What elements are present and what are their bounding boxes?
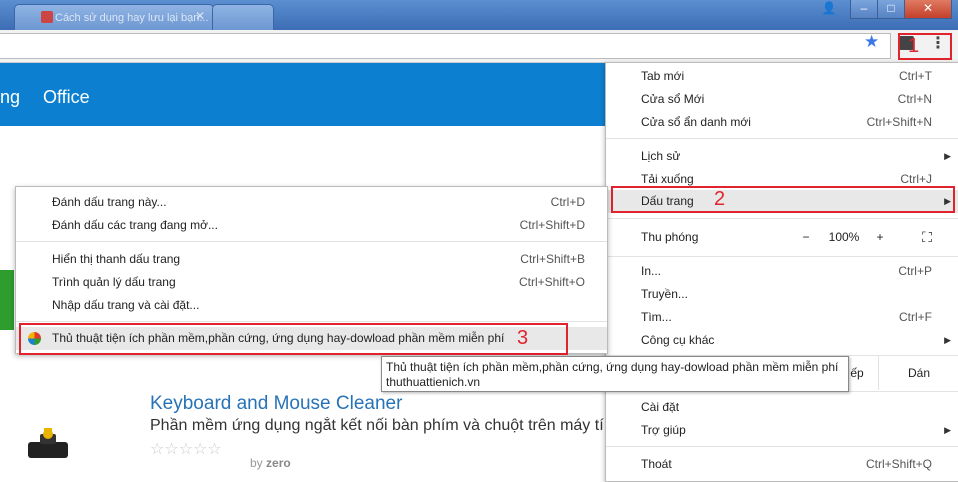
menu-item-label: Tab mới bbox=[641, 69, 685, 83]
menu-divider bbox=[606, 138, 958, 139]
browser-toolbar: ★ ⋮ bbox=[0, 30, 958, 63]
submenu-item-label: Đánh dấu trang này... bbox=[52, 195, 167, 209]
menu-item-label: Thoát bbox=[641, 457, 672, 471]
submenu-arrow-icon: ▶ bbox=[944, 151, 951, 161]
author-name[interactable]: zero bbox=[266, 456, 291, 470]
title-bar: Cách sử dụng hay lưu lại bạn... ✕ 👤 – □ … bbox=[0, 0, 958, 31]
user-icon[interactable]: 👤 bbox=[816, 0, 842, 18]
menu-divider bbox=[606, 218, 958, 219]
submenu-item-shortcut: Ctrl+Shift+O bbox=[518, 275, 585, 289]
menu-item-incognito[interactable]: Cửa sổ ẩn danh mới Ctrl+Shift+N bbox=[606, 111, 958, 134]
fullscreen-icon[interactable]: ⛶ bbox=[914, 225, 940, 249]
software-description: Phần mềm ứng dụng ngắt kết nối bàn phím … bbox=[150, 417, 604, 434]
tab-favicon-icon bbox=[41, 11, 53, 23]
green-banner bbox=[0, 270, 14, 330]
keyboard-cleaner-icon bbox=[28, 428, 68, 458]
annotation-number-2: 2 bbox=[714, 188, 726, 210]
menu-item-shortcut: Ctrl+F bbox=[899, 310, 932, 324]
site-navbar: ng Office bbox=[0, 63, 606, 126]
submenu-item-shortcut: Ctrl+D bbox=[550, 195, 585, 209]
submenu-divider bbox=[16, 241, 607, 242]
menu-item-label: Cửa sổ ẩn danh mới bbox=[641, 115, 751, 129]
menu-item-label: Cửa sổ Mới bbox=[641, 92, 705, 106]
zoom-in-button[interactable]: + bbox=[868, 225, 892, 249]
submenu-item-show-bookmarks-bar[interactable]: Hiển thị thanh dấu trang Ctrl+Shift+B bbox=[16, 248, 607, 271]
zoom-row: Thu phóng − 100% + ⛶ bbox=[606, 225, 958, 249]
menu-item-find[interactable]: Tìm... Ctrl+F bbox=[606, 306, 958, 329]
menu-item-exit[interactable]: Thoát Ctrl+Shift+Q bbox=[606, 453, 958, 476]
submenu-item-import-bookmarks[interactable]: Nhập dấu trang và cài đặt... bbox=[16, 294, 607, 317]
menu-item-label: Trợ giúp bbox=[641, 423, 686, 437]
minimize-button[interactable]: – bbox=[850, 0, 878, 19]
menu-item-shortcut: Ctrl+T bbox=[899, 69, 932, 83]
star-icon[interactable]: ★ bbox=[864, 32, 879, 52]
by-label: by bbox=[250, 456, 263, 470]
address-bar[interactable] bbox=[0, 33, 891, 59]
author-byline: by zero bbox=[250, 456, 291, 470]
zoom-level: 100% bbox=[828, 230, 860, 244]
menu-item-label: In... bbox=[641, 264, 662, 278]
submenu-arrow-icon: ▶ bbox=[944, 425, 951, 435]
nav-item-office[interactable]: Office bbox=[43, 87, 90, 108]
menu-item-shortcut: Ctrl+N bbox=[897, 92, 932, 106]
menu-item-shortcut: Ctrl+Shift+N bbox=[866, 115, 932, 129]
annotation-number-3: 3 bbox=[517, 327, 529, 349]
submenu-item-label: Nhập dấu trang và cài đặt... bbox=[52, 298, 200, 312]
menu-item-help[interactable]: Trợ giúp ▶ bbox=[606, 419, 958, 442]
menu-divider bbox=[606, 446, 958, 447]
tab-close-icon[interactable]: ✕ bbox=[195, 9, 205, 23]
menu-item-more-tools[interactable]: Công cụ khác ▶ bbox=[606, 329, 958, 352]
menu-item-label: Tìm... bbox=[641, 310, 672, 324]
submenu-divider bbox=[16, 321, 607, 322]
submenu-item-label: Trình quản lý dấu trang bbox=[52, 275, 176, 289]
submenu-item-label: Đánh dấu các trang đang mở... bbox=[52, 218, 218, 232]
tooltip-title: Thủ thuật tiện ích phần mềm,phần cứng, ứ… bbox=[386, 360, 839, 374]
chrome-main-menu: Tab mới Ctrl+T Cửa sổ Mới Ctrl+N Cửa sổ … bbox=[605, 62, 958, 482]
new-tab-button[interactable] bbox=[212, 4, 274, 31]
annotation-box-1 bbox=[898, 33, 952, 60]
menu-item-new-window[interactable]: Cửa sổ Mới Ctrl+N bbox=[606, 88, 958, 111]
browser-tab[interactable]: Cách sử dụng hay lưu lại bạn... ✕ bbox=[14, 4, 214, 31]
zoom-label: Thu phóng bbox=[641, 230, 699, 244]
menu-item-cast[interactable]: Truyền... bbox=[606, 283, 958, 306]
menu-item-new-tab[interactable]: Tab mới Ctrl+T bbox=[606, 65, 958, 88]
submenu-item-bookmark-open-pages[interactable]: Đánh dấu các trang đang mở... Ctrl+Shift… bbox=[16, 214, 607, 237]
tab-title: Cách sử dụng hay lưu lại bạn... bbox=[55, 12, 209, 24]
close-button[interactable]: ✕ bbox=[904, 0, 952, 19]
zoom-out-button[interactable]: − bbox=[794, 225, 818, 249]
menu-item-history[interactable]: Lịch sử ▶ bbox=[606, 145, 958, 168]
menu-item-label: Cài đặt bbox=[641, 400, 680, 414]
menu-divider bbox=[606, 256, 958, 257]
submenu-item-shortcut: Ctrl+Shift+B bbox=[520, 252, 585, 266]
menu-item-label: Truyền... bbox=[641, 287, 688, 301]
menu-item-label: Công cụ khác bbox=[641, 333, 715, 347]
menu-item-print[interactable]: In... Ctrl+P bbox=[606, 260, 958, 283]
submenu-arrow-icon: ▶ bbox=[944, 335, 951, 345]
annotation-box-3 bbox=[19, 323, 568, 355]
submenu-item-shortcut: Ctrl+Shift+D bbox=[519, 218, 585, 232]
paste-button[interactable]: Dán bbox=[878, 356, 958, 390]
rating-stars[interactable]: ☆☆☆☆☆ bbox=[150, 439, 222, 459]
tooltip-url: thuthuattienich.vn bbox=[386, 375, 481, 389]
software-title-link[interactable]: Keyboard and Mouse Cleaner bbox=[150, 393, 402, 415]
menu-item-label: Lịch sử bbox=[641, 149, 681, 163]
submenu-item-label: Hiển thị thanh dấu trang bbox=[52, 252, 181, 266]
menu-item-settings[interactable]: Cài đặt bbox=[606, 396, 958, 419]
menu-item-shortcut: Ctrl+Shift+Q bbox=[865, 457, 932, 471]
menu-item-shortcut: Ctrl+P bbox=[898, 264, 932, 278]
submenu-item-bookmark-page[interactable]: Đánh dấu trang này... Ctrl+D bbox=[16, 191, 607, 214]
annotation-box-2 bbox=[611, 186, 955, 213]
bookmark-tooltip: Thủ thuật tiện ích phần mềm,phần cứng, ứ… bbox=[381, 356, 849, 392]
submenu-item-bookmark-manager[interactable]: Trình quản lý dấu trang Ctrl+Shift+O bbox=[16, 271, 607, 294]
maximize-button[interactable]: □ bbox=[877, 0, 905, 19]
nav-item-partial[interactable]: ng bbox=[0, 87, 20, 108]
annotation-number-1: 1 bbox=[908, 35, 920, 57]
